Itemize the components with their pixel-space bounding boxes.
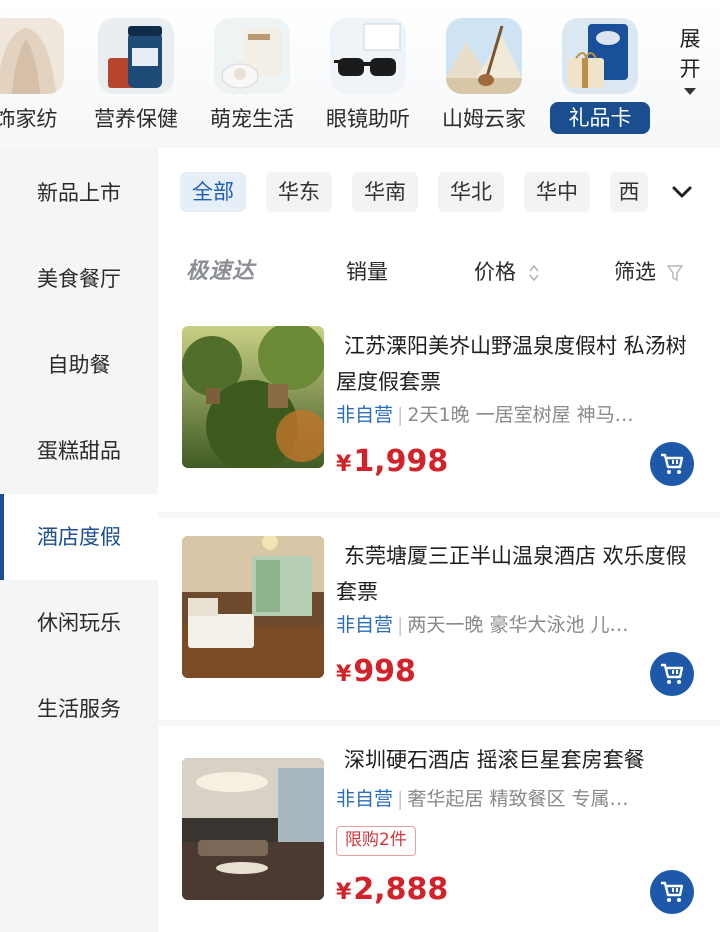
product-title: 江苏溧阳美岕山野温泉度假村 私汤树屋度假套票 xyxy=(336,334,687,394)
region-filter: 全部 华东 华南 华北 华中 西 xyxy=(158,148,720,238)
category-home-textile[interactable]: 饰家纺 xyxy=(0,14,84,136)
cart-icon xyxy=(661,453,684,474)
purchase-limit-badge: 限购2件 xyxy=(336,826,416,856)
category-glasses[interactable]: 眼镜助听 xyxy=(310,14,426,136)
category-cloud-home[interactable]: 山姆云家 xyxy=(426,14,542,136)
product-meta: 非自营 | 奢华起居 精致餐区 专属… xyxy=(336,788,629,810)
product-card[interactable]: 江苏溧阳美岕山野温泉度假村 私汤树屋度假套票 非自营 | 2天1晚 一居室树屋 神马… xyxy=(158,306,720,512)
expand-button[interactable]: 展 开 xyxy=(668,24,712,134)
sidebar-item-label: 休闲玩乐 xyxy=(37,611,121,635)
category-pet[interactable]: 萌宠生活 xyxy=(194,14,310,136)
product-desc: 两天一晚 豪华大泳池 儿… xyxy=(407,614,629,636)
category-label: 萌宠生活 xyxy=(210,107,294,131)
sort-sales-label: 销量 xyxy=(346,260,388,284)
sidebar-item-life-service[interactable]: 生活服务 xyxy=(0,666,158,752)
region-chip-east[interactable]: 华东 xyxy=(266,172,332,212)
product-price: ¥2,888 xyxy=(336,870,448,910)
cloud-home-icon xyxy=(446,18,522,94)
chevron-down-icon[interactable] xyxy=(666,176,698,208)
sidebar-item-label: 美食餐厅 xyxy=(37,267,121,291)
add-to-cart-button[interactable] xyxy=(650,870,694,914)
price-value: 2,888 xyxy=(353,872,449,907)
sidebar-item-buffet[interactable]: 自助餐 xyxy=(0,322,158,408)
cart-icon xyxy=(661,881,684,902)
product-price: ¥998 xyxy=(336,652,416,692)
express-delivery-toggle[interactable]: 极速达 xyxy=(186,238,255,306)
expand-label: 开 xyxy=(679,57,701,81)
sidebar: 新品上市 美食餐厅 自助餐 蛋糕甜品 酒店度假 休闲玩乐 生活服务 xyxy=(0,148,158,932)
price-value: 998 xyxy=(353,654,416,689)
gift-card-icon xyxy=(562,18,638,94)
product-list: 江苏溧阳美岕山野温泉度假村 私汤树屋度假套票 非自营 | 2天1晚 一居室树屋 神马… xyxy=(158,306,720,932)
region-chip-south[interactable]: 华南 xyxy=(352,172,418,212)
category-nutrition[interactable]: 营养保健 xyxy=(78,14,194,136)
cart-icon xyxy=(661,663,684,684)
category-gift-card[interactable]: 礼品卡 xyxy=(542,14,658,136)
nutrition-icon xyxy=(98,18,174,94)
region-chip-west[interactable]: 西 xyxy=(610,172,648,212)
seller-type: 非自营 xyxy=(336,404,394,426)
product-title: 东莞塘厦三正半山温泉酒店 欢乐度假套票 xyxy=(336,544,687,604)
sidebar-item-label: 蛋糕甜品 xyxy=(37,439,121,463)
sidebar-item-label: 自助餐 xyxy=(47,353,111,377)
sort-price-label: 价格 xyxy=(474,260,516,284)
currency-symbol: ¥ xyxy=(336,880,352,905)
product-card[interactable]: 深圳硬石酒店 摇滚巨星套房套餐 非自营 | 奢华起居 精致餐区 专属… 限购2件 ¥… xyxy=(158,726,720,932)
product-price: ¥1,998 xyxy=(336,442,448,482)
expand-label: 展 xyxy=(679,27,701,51)
glasses-icon xyxy=(330,18,406,94)
product-desc: 2天1晚 一居室树屋 神马… xyxy=(407,404,634,426)
product-meta: 非自营 | 两天一晚 豪华大泳池 儿… xyxy=(336,614,629,636)
region-chip-central[interactable]: 华中 xyxy=(524,172,590,212)
region-chip-all[interactable]: 全部 xyxy=(180,172,246,212)
currency-symbol: ¥ xyxy=(336,452,352,477)
add-to-cart-button[interactable] xyxy=(650,652,694,696)
sidebar-item-label: 酒店度假 xyxy=(37,525,121,549)
sort-arrows-icon xyxy=(529,264,539,282)
sort-price[interactable]: 价格 xyxy=(474,238,541,306)
region-chip-north[interactable]: 华北 xyxy=(438,172,504,212)
sidebar-item-hotel[interactable]: 酒店度假 xyxy=(0,494,158,580)
add-to-cart-button[interactable] xyxy=(650,442,694,486)
filter-icon xyxy=(666,265,684,282)
product-meta: 非自营 | 2天1晚 一居室树屋 神马… xyxy=(336,404,634,426)
product-image xyxy=(182,326,324,468)
seller-type: 非自营 xyxy=(336,614,394,636)
product-image xyxy=(182,536,324,678)
sidebar-item-label: 生活服务 xyxy=(37,697,121,721)
product-title: 深圳硬石酒店 摇滚巨星套房套餐 xyxy=(344,748,645,772)
product-card[interactable]: 东莞塘厦三正半山温泉酒店 欢乐度假套票 非自营 | 两天一晚 豪华大泳池 儿… ¥9… xyxy=(158,518,720,720)
filter-button[interactable]: 筛选 xyxy=(614,238,684,306)
currency-symbol: ¥ xyxy=(336,662,352,687)
category-label: 眼镜助听 xyxy=(326,107,410,131)
seller-type: 非自营 xyxy=(336,788,394,810)
sort-sales[interactable]: 销量 xyxy=(346,238,388,306)
product-image xyxy=(182,758,324,900)
sort-bar: 极速达 销量 价格 筛选 xyxy=(158,238,720,306)
category-label: 礼品卡 xyxy=(550,102,650,134)
product-desc: 奢华起居 精致餐区 专属… xyxy=(407,788,629,810)
category-label: 山姆云家 xyxy=(442,107,526,131)
category-label: 饰家纺 xyxy=(0,107,58,131)
price-value: 1,998 xyxy=(353,444,449,479)
sidebar-item-new[interactable]: 新品上市 xyxy=(0,150,158,236)
pet-icon xyxy=(214,18,290,94)
category-label: 营养保健 xyxy=(94,107,178,131)
sidebar-item-restaurant[interactable]: 美食餐厅 xyxy=(0,236,158,322)
home-textile-icon xyxy=(0,18,64,94)
filter-label: 筛选 xyxy=(614,260,656,284)
sidebar-item-label: 新品上市 xyxy=(37,181,121,205)
caret-down-icon xyxy=(684,88,696,95)
category-strip: 饰家纺 营养保健 萌宠生活 眼镜助听 山姆云家 礼品卡 展 开 xyxy=(0,0,720,148)
sidebar-item-cake[interactable]: 蛋糕甜品 xyxy=(0,408,158,494)
sidebar-item-leisure[interactable]: 休闲玩乐 xyxy=(0,580,158,666)
